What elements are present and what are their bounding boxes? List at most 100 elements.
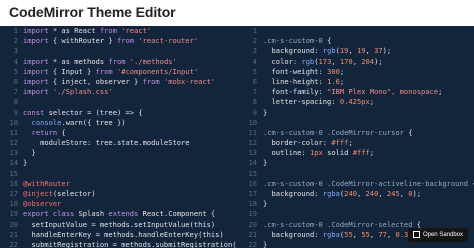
left-code-line[interactable]: 2 import { withRouter } from 'react-route… (0, 36, 237, 46)
line-number: 2 (13, 36, 18, 46)
right-code-line[interactable]: 5 font-weight: 300; (237, 67, 474, 77)
code-editor[interactable]: 1 import * as React from 'react' 2 import {… (0, 26, 474, 248)
code-token: .warn({ tree }) (61, 117, 126, 127)
code-token: import (23, 26, 49, 35)
right-code-line[interactable]: 13 outline: 1px solid #fff; (237, 148, 474, 158)
code-token: } (23, 148, 36, 158)
code-token: handleEnterKey = methods.handleEnterKey(… (23, 229, 224, 239)
right-code-line[interactable]: 1 (237, 26, 474, 36)
left-code-line[interactable]: 5 import { Input } from '#components/Inpu… (0, 67, 237, 77)
code-token: } (263, 199, 268, 209)
code-text: letter-spacing: 0.425px; (263, 97, 375, 107)
left-code-line[interactable]: 11 return { (0, 128, 237, 138)
left-code-line[interactable]: 15 (0, 169, 237, 179)
right-code-line[interactable]: 3 background: rgb(19, 19, 37); (237, 46, 474, 56)
code-token: } (23, 158, 28, 168)
code-token: from (95, 66, 113, 76)
line-number: 19 (248, 209, 257, 219)
code-token: setInputValue = methods.setInputValue(th… (23, 219, 216, 229)
line-number: 12 (248, 138, 257, 148)
code-text: background: rgba(55, 55, 77, 0.3); (263, 230, 417, 240)
right-code-line[interactable]: 6 line-height: 1.6; (237, 77, 474, 87)
left-code-line[interactable]: 20 setInputValue = methods.setInputValue… (0, 220, 237, 230)
left-code-line[interactable]: 10 console.warn({ tree }) (0, 118, 237, 128)
code-token: import (23, 66, 49, 76)
code-token: { Input } (48, 66, 96, 76)
right-code-line[interactable]: 14} (237, 158, 474, 168)
code-token: return (31, 127, 58, 137)
left-code-line[interactable]: 3 (0, 46, 237, 56)
left-code-line[interactable]: 21 handleEnterKey = methods.handleEnterK… (0, 230, 237, 240)
code-token: export class (23, 209, 75, 219)
left-code-line[interactable]: 9 const selector = (tree) => { (0, 108, 237, 118)
left-code-line[interactable]: 16 @withRouter (0, 179, 237, 189)
code-text: font-family: "IBM Plex Mono", monospace; (263, 87, 443, 97)
code-token: console (31, 117, 62, 127)
code-token: import (23, 76, 49, 86)
right-code-line[interactable]: 18} (237, 199, 474, 209)
line-number: 4 (252, 56, 257, 66)
left-code-line[interactable]: 14} (0, 158, 237, 168)
right-code-line[interactable]: 7 font-family: "IBM Plex Mono", monospac… (237, 87, 474, 97)
right-code-line[interactable]: 17 background: rgba(240, 240, 245, 0); (237, 189, 474, 199)
code-token: ; (369, 97, 375, 107)
code-text: export class Splash extends React.Compon… (23, 209, 215, 219)
right-code-line[interactable]: 15 (237, 169, 474, 179)
code-text: .cm-s-custom-0 .CodeMirror-activeline-ba… (263, 179, 474, 189)
code-token: , (399, 189, 409, 198)
code-token: .cm-s-custom-0 .CodeMirror-cursor (263, 127, 404, 137)
line-number: 15 (248, 168, 257, 178)
code-token: moduleStore: tree.state.moduleStore (23, 138, 190, 148)
line-number: 3 (13, 46, 18, 56)
left-code-pane[interactable]: 1 import * as React from 'react' 2 import {… (0, 26, 237, 248)
code-token: background: (263, 46, 323, 56)
open-sandbox-button[interactable]: Open Sandbox (407, 228, 468, 242)
left-code-line[interactable]: 4 import * as methods from './methods' (0, 57, 237, 67)
right-code-line[interactable]: 12 border-color: #fff; (237, 138, 474, 148)
code-token: font-family: (263, 87, 328, 97)
code-text: const selector = (tree) => { (23, 108, 143, 118)
left-code-line[interactable]: 12 moduleStore: tree.state.moduleStore (0, 138, 237, 148)
left-code-line[interactable]: 17 @inject(selector) (0, 189, 237, 199)
code-text: } (263, 240, 267, 248)
right-code-pane[interactable]: 1 2 .cm-s-custom-0 {3 background: rgb(19, … (237, 26, 474, 248)
code-token: ; (339, 66, 345, 76)
code-token: #fff (352, 148, 370, 158)
left-code-line[interactable]: 1 import * as React from 'react' (0, 26, 237, 36)
right-code-line[interactable]: 2 .cm-s-custom-0 { (237, 36, 474, 46)
line-number: 5 (252, 66, 257, 76)
left-code-line[interactable]: 13 } (0, 148, 237, 158)
right-code-line[interactable]: 8 letter-spacing: 0.425px; (237, 97, 474, 107)
code-text: import { inject, observer } from 'mobx-r… (23, 77, 215, 87)
left-code-line[interactable]: 22 submitRegistration = methods.submitRe… (0, 240, 237, 248)
left-code-line[interactable]: 19 export class Splash extends React.Comp… (0, 209, 237, 219)
code-token: submitRegistration = methods.submitRegis… (23, 239, 237, 248)
code-text: setInputValue = methods.setInputValue(th… (23, 219, 216, 230)
left-code-line[interactable]: 8 (0, 97, 237, 107)
code-token: (selector) (52, 189, 96, 198)
right-code-line[interactable]: 16 .cm-s-custom-0 .CodeMirror-activeline-… (237, 179, 474, 189)
code-text: @inject(selector) (23, 189, 96, 199)
right-code-line[interactable]: 19 (237, 209, 474, 219)
left-code-line[interactable]: 6 import { inject, observer } from 'mobx-… (0, 77, 237, 87)
line-number: 18 (248, 199, 257, 209)
line-number: 22 (9, 239, 18, 248)
code-token: @inject (23, 189, 53, 198)
right-code-line[interactable]: 4 color: rgb(173, 170, 204); (237, 57, 474, 67)
left-code-line[interactable]: 18 @observer (0, 199, 237, 209)
code-token: , (356, 189, 366, 198)
code-token: 240 (365, 189, 379, 198)
code-token: 0.425px (339, 97, 370, 107)
right-code-line[interactable]: 9} (237, 108, 474, 118)
code-token: , (352, 229, 362, 239)
code-token: 55 (344, 229, 353, 239)
code-token: rgb (322, 46, 336, 56)
right-code-line[interactable]: 10 (237, 118, 474, 128)
line-number: 3 (252, 46, 257, 56)
code-token: 19 (356, 46, 366, 56)
left-code-line[interactable]: 7 import './Splash.css' (0, 87, 237, 97)
code-token: letter-spacing: (263, 97, 340, 107)
right-code-line[interactable]: 11 .cm-s-custom-0 .CodeMirror-cursor { (237, 128, 474, 138)
